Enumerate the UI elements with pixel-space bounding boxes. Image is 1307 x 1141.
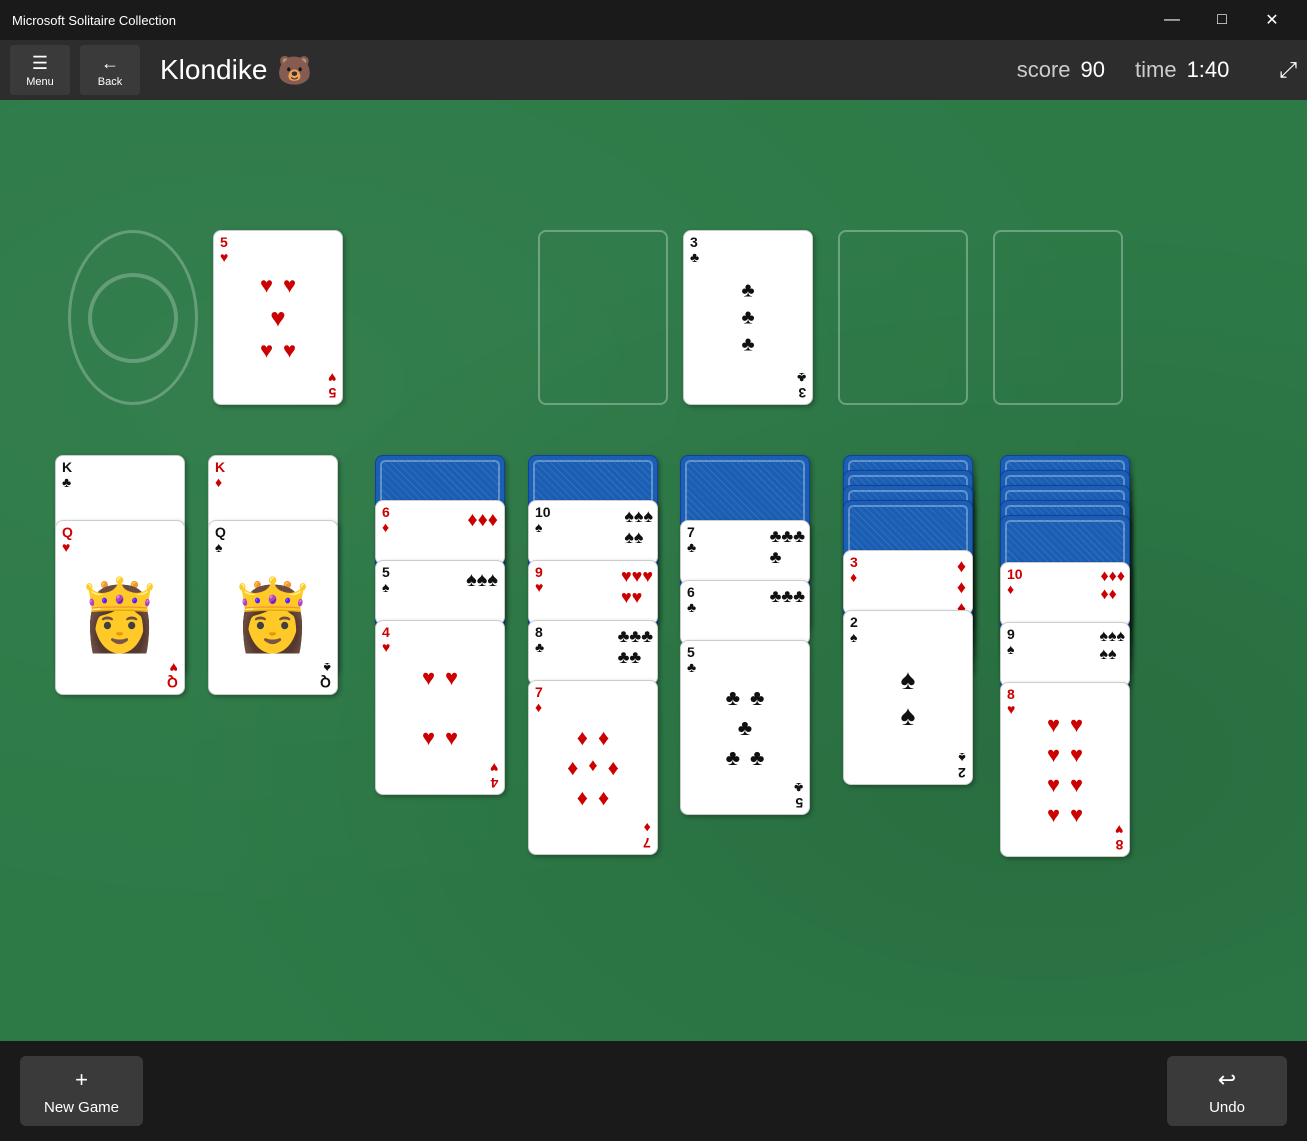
tableau-col6-8h[interactable]: 8♥ ♥♥ ♥♥ ♥♥ ♥♥ 8♥ (1000, 682, 1130, 857)
back-button[interactable]: ← Back (80, 45, 140, 95)
foundation-2-3c[interactable]: 3♣ ♣ ♣ ♣ 3♣ (683, 230, 813, 405)
back-icon: ← (101, 53, 119, 74)
close-button[interactable]: ✕ (1249, 5, 1295, 35)
card-top-label: 5♠ (382, 565, 390, 596)
card-bottom-label: 5♣ (794, 779, 803, 810)
time-display: time 1:40 (1135, 57, 1229, 83)
time-value: 1:40 (1187, 57, 1230, 83)
tableau-col3-8c[interactable]: 8♣ ♣♣♣♣♣ (528, 620, 658, 685)
title-bar-controls: — □ ✕ (1149, 5, 1295, 35)
tableau-col2-4h[interactable]: 4♥ ♥♥ ♥♥ 4♥ (375, 620, 505, 795)
card-pips: ♠ ♠ (901, 664, 916, 732)
tableau-col2-5s[interactable]: 5♠ ♠♠♠ (375, 560, 505, 625)
card-top-label: 9♥ (535, 565, 543, 596)
card-top-label: 6♦ (382, 505, 390, 536)
waste-card-5h[interactable]: 5♥ ♥♥ ♥ ♥♥ 5♥ (213, 230, 343, 405)
card-top-label: 5♣ (687, 645, 696, 676)
undo-label: Undo (1209, 1099, 1245, 1116)
new-game-button[interactable]: + New Game (20, 1056, 143, 1126)
hamburger-icon: ☰ (32, 53, 48, 74)
card-top-label: 7♦ (535, 685, 543, 716)
maximize-button[interactable]: □ (1199, 5, 1245, 35)
card-bottom-label: 3♣ (797, 369, 806, 400)
menu-button[interactable]: ☰ Menu (10, 45, 70, 95)
card-bottom-label: Q♠ (320, 659, 331, 690)
card-top-label: 8♣ (535, 625, 544, 656)
tableau-col4-6c[interactable]: 6♣ ♣♣♣ (680, 580, 810, 645)
tableau-col6-10d[interactable]: 10♦ ♦♦♦♦♦ (1000, 562, 1130, 627)
time-label: time (1135, 57, 1177, 83)
tableau-col1-qs[interactable]: Q♠ 👸 Q♠ (208, 520, 338, 695)
tableau-col3-10s[interactable]: 10♠ ♠♠♠♠♠ (528, 500, 658, 565)
minimize-button[interactable]: — (1149, 5, 1195, 35)
tableau-col2-6d[interactable]: 6♦ ♦♦♦ (375, 500, 505, 565)
card-bottom-label: 5♥ (328, 369, 336, 400)
card-top-label: 10♦ (1007, 567, 1023, 598)
tableau-col5-3d[interactable]: 3♦ ♦♦♦ (843, 550, 973, 615)
card-pips: ♥♥ ♥ ♥♥ (260, 272, 296, 363)
card-pips: ♣ ♣ ♣ (741, 279, 754, 356)
back-label: Back (98, 76, 122, 88)
tableau-col3-7d[interactable]: 7♦ ♦♦ ♦♦♦ ♦♦ 7♦ (528, 680, 658, 855)
new-game-label: New Game (44, 1099, 119, 1116)
stock-pile[interactable] (68, 230, 198, 405)
title-bar-left: Microsoft Solitaire Collection (12, 13, 176, 28)
score-display: score 90 (1017, 57, 1105, 83)
card-top-label: 8♥ (1007, 687, 1015, 718)
tableau-col5-2s[interactable]: 2♠ ♠ ♠ 2♠ (843, 610, 973, 785)
plus-icon: + (75, 1067, 88, 1093)
card-top-label: 6♣ (687, 585, 696, 616)
bottom-bar: + New Game ↩ Undo (0, 1041, 1307, 1141)
bear-icon: 🐻 (277, 54, 312, 87)
queen-face: 👸 (64, 546, 176, 686)
score-label: score (1017, 57, 1071, 83)
card-bottom-label: Q♥ (167, 659, 178, 690)
undo-icon: ↩ (1218, 1067, 1236, 1093)
game-title-area: Klondike 🐻 (160, 54, 312, 87)
undo-button[interactable]: ↩ Undo (1167, 1056, 1287, 1126)
foundation-4[interactable] (993, 230, 1123, 405)
score-area: score 90 time 1:40 ⤢ (1017, 57, 1297, 83)
foundation-1[interactable] (538, 230, 668, 405)
game-name: Klondike (160, 54, 267, 86)
game-area: 5♥ ♥♥ ♥ ♥♥ 5♥ 3♣ ♣ ♣ ♣ 3♣ K♣ 👑 Q♥ 👸 Q♥ (0, 100, 1307, 1041)
card-top-label: 3♦ (850, 555, 858, 586)
queen-face: 👸 (217, 546, 329, 686)
fullscreen-button[interactable]: ⤢ (1279, 57, 1297, 83)
card-pips: ♥♥ ♥♥ ♥♥ ♥♥ (1047, 712, 1083, 828)
foundation-3[interactable] (838, 230, 968, 405)
nav-bar: ☰ Menu ← Back Klondike 🐻 score 90 time 1… (0, 40, 1307, 100)
score-value: 90 (1081, 57, 1105, 83)
app-title: Microsoft Solitaire Collection (12, 13, 176, 28)
stock-empty-circle (88, 273, 178, 363)
tableau-col6-9s[interactable]: 9♠ ♠♠♠♠♠ (1000, 622, 1130, 687)
tableau-col0-qh[interactable]: Q♥ 👸 Q♥ (55, 520, 185, 695)
card-top-label: 9♠ (1007, 627, 1015, 658)
card-top-label: 4♥ (382, 625, 390, 656)
card-top-label: 7♣ (687, 525, 696, 556)
card-top-label: 2♠ (850, 615, 858, 646)
card-bottom-label: 8♥ (1115, 821, 1123, 852)
card-pips: ♣♣ ♣ ♣♣ (726, 685, 765, 771)
card-pips: ♦♦ ♦♦♦ ♦♦ (567, 725, 619, 811)
card-bottom-label: 4♥ (490, 759, 498, 790)
tableau-col4-bottom[interactable]: 5♣ ♣♣ ♣ ♣♣ 5♣ (680, 640, 810, 815)
card-top-label: 5♥ (220, 235, 228, 266)
card-top-label: 10♠ (535, 505, 551, 536)
card-top-label: 3♣ (690, 235, 699, 266)
menu-label: Menu (26, 76, 54, 88)
card-bottom-label: 2♠ (958, 749, 966, 780)
tableau-col4-7c[interactable]: 7♣ ♣♣♣♣ (680, 520, 810, 585)
title-bar: Microsoft Solitaire Collection — □ ✕ (0, 0, 1307, 40)
card-pips: ♥♥ ♥♥ (422, 665, 458, 751)
tableau-col3-9h[interactable]: 9♥ ♥♥♥♥♥ (528, 560, 658, 625)
card-bottom-label: 7♦ (643, 819, 651, 850)
